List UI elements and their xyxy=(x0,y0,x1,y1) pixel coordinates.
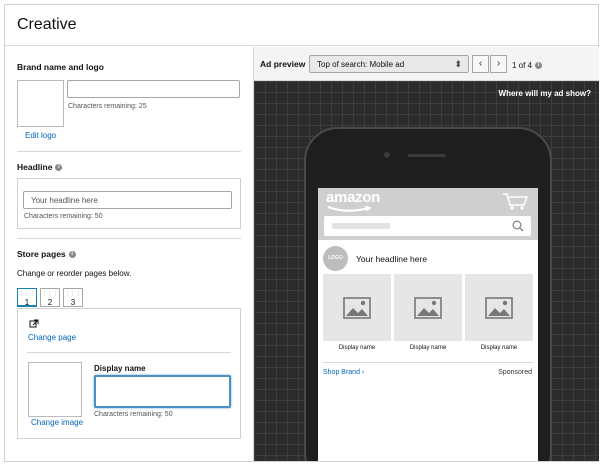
external-link-icon[interactable] xyxy=(29,319,39,329)
cart-icon xyxy=(503,193,528,210)
store-pages-subtitle: Change or reorder pages below. xyxy=(17,269,132,278)
preview-headline: Your headline here xyxy=(356,254,428,264)
brand-name-input[interactable] xyxy=(67,80,240,98)
tile-caption: Display name xyxy=(480,345,518,351)
brand-heading: Brand name and logo xyxy=(17,62,104,72)
preview-toolbar: Ad preview Top of search: Mobile ad ⬍ ‹ … xyxy=(254,47,599,81)
search-bar xyxy=(324,216,531,236)
info-icon[interactable]: i xyxy=(55,164,63,172)
tab-label: 3 xyxy=(70,298,76,307)
change-image-link[interactable]: Change image xyxy=(31,418,83,427)
divider xyxy=(27,352,231,353)
store-pages-heading-text: Store pages xyxy=(17,249,66,259)
tab-page-3[interactable]: ⋮⋮⋮ 3 xyxy=(63,288,83,307)
drag-handle-icon[interactable]: ⋮⋮⋮ xyxy=(18,290,36,298)
speaker-grille xyxy=(408,154,446,157)
brand-chars-remaining: Characters remaining: 25 xyxy=(68,103,147,110)
image-placeholder-icon xyxy=(485,297,513,319)
page-image-placeholder[interactable] xyxy=(28,362,82,417)
divider xyxy=(17,151,241,152)
search-placeholder-bar xyxy=(332,223,390,229)
headline-input[interactable]: Your headline here xyxy=(23,191,232,209)
product-tile xyxy=(394,274,462,341)
product-tile xyxy=(323,274,391,341)
header: Creative xyxy=(5,5,598,46)
amazon-logo: amazon xyxy=(326,189,381,206)
page-title: Creative xyxy=(17,16,77,33)
tab-page-2[interactable]: ⋮⋮⋮ 2 xyxy=(40,288,60,307)
change-page-link[interactable]: Change page xyxy=(28,333,76,342)
chevron-down-icon: ⬍ xyxy=(454,59,462,69)
display-name-label: Display name xyxy=(94,364,146,373)
amazon-header: amazon xyxy=(318,188,538,240)
ad-preview-label: Ad preview xyxy=(260,59,306,69)
phone-screen: amazon LOGO Your headline here Display n… xyxy=(318,188,538,461)
edit-logo-link[interactable]: Edit logo xyxy=(25,131,56,140)
ad-preview-panel: Ad preview Top of search: Mobile ad ⬍ ‹ … xyxy=(253,47,599,461)
product-tile xyxy=(465,274,533,341)
headline-heading-text: Headline xyxy=(17,162,53,172)
creative-panel: Creative Brand name and logo Characters … xyxy=(4,4,599,462)
previous-button[interactable]: ‹ xyxy=(472,55,489,73)
placement-select-value: Top of search: Mobile ad xyxy=(317,59,405,69)
store-pages-heading: Store pages i xyxy=(17,249,76,259)
tab-label: 2 xyxy=(47,298,53,307)
divider xyxy=(323,362,533,363)
tab-page-1[interactable]: ⋮⋮⋮ 1 xyxy=(17,288,37,307)
drag-handle-icon[interactable]: ⋮⋮⋮ xyxy=(64,290,82,298)
creative-form: Brand name and logo Characters remaining… xyxy=(5,47,253,461)
tab-label: 1 xyxy=(24,298,30,307)
headline-chars-remaining: Characters remaining: 50 xyxy=(24,213,103,220)
info-icon[interactable]: i xyxy=(68,251,76,259)
next-button[interactable]: › xyxy=(490,55,507,73)
preview-canvas: Where will my ad show? amazon LOGO Your … xyxy=(254,81,599,461)
page-indicator: 1 of 4i xyxy=(512,61,543,70)
headline-heading: Headline i xyxy=(17,162,63,172)
sponsored-label: Sponsored xyxy=(498,369,532,376)
image-placeholder-icon xyxy=(343,297,371,319)
page-indicator-text: 1 of 4 xyxy=(512,61,533,70)
display-name-input[interactable] xyxy=(94,375,231,408)
amazon-smile-icon xyxy=(327,206,372,212)
brand-logo-badge: LOGO xyxy=(323,246,348,271)
camera-dot xyxy=(384,152,390,158)
where-ad-shows-link[interactable]: Where will my ad show? xyxy=(499,89,591,98)
shop-brand-link: Shop Brand › xyxy=(323,369,365,376)
tile-caption: Display name xyxy=(338,345,376,351)
logo-placeholder[interactable] xyxy=(17,80,64,127)
info-icon[interactable]: i xyxy=(535,62,543,70)
image-placeholder-icon xyxy=(414,297,442,319)
display-name-chars-remaining: Characters remaining: 50 xyxy=(94,411,173,418)
divider xyxy=(17,238,241,239)
tile-caption: Display name xyxy=(409,345,447,351)
search-icon xyxy=(512,220,524,232)
drag-handle-icon[interactable]: ⋮⋮⋮ xyxy=(41,290,59,298)
phone-mockup: amazon LOGO Your headline here Display n… xyxy=(304,127,552,461)
placement-select[interactable]: Top of search: Mobile ad ⬍ xyxy=(309,55,469,73)
